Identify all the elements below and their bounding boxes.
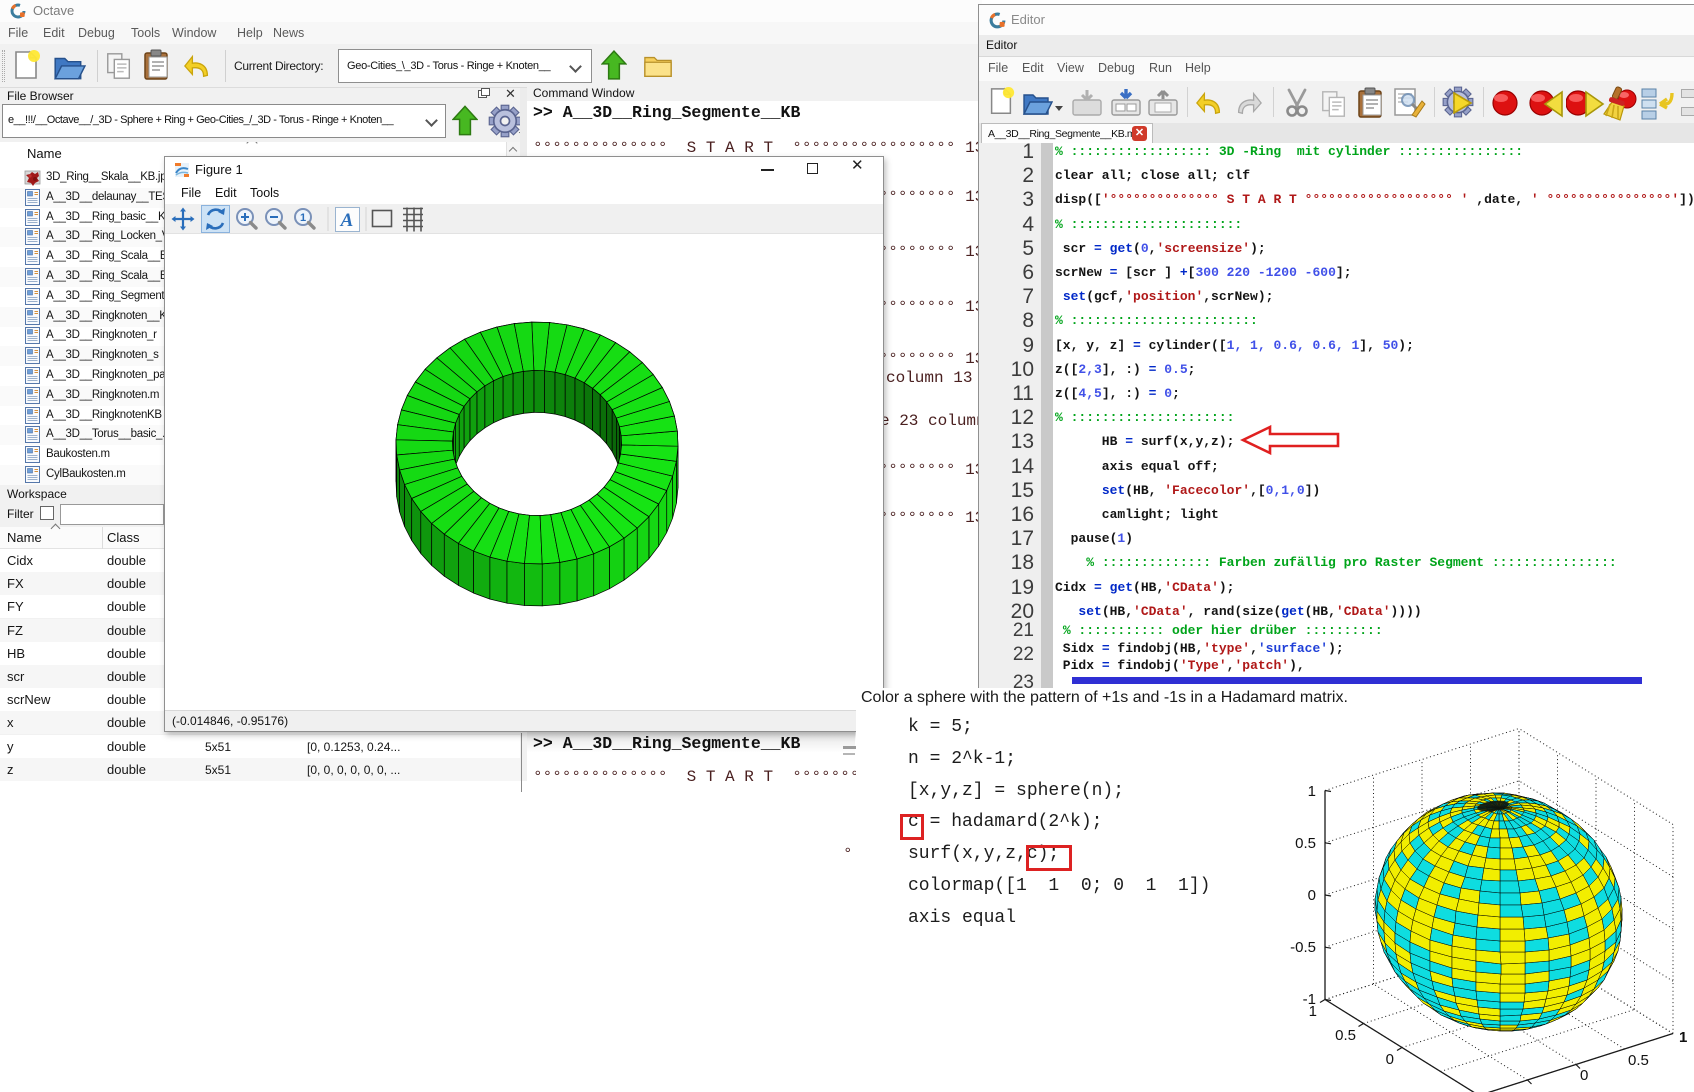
svg-text:1: 1 <box>1309 1003 1317 1020</box>
svg-text:1: 1 <box>300 212 306 224</box>
svg-text:1: 1 <box>1679 1029 1687 1046</box>
svg-text:0: 0 <box>1580 1067 1588 1084</box>
svg-text:A: A <box>340 210 354 231</box>
svg-text:0.5: 0.5 <box>1628 1052 1649 1069</box>
svg-text:0.5: 0.5 <box>1295 835 1316 852</box>
svg-text:0: 0 <box>1308 887 1316 904</box>
svg-text:0.5: 0.5 <box>1335 1027 1356 1044</box>
svg-text:0: 0 <box>1386 1051 1394 1068</box>
svg-text:1: 1 <box>1308 783 1316 800</box>
svg-text:-0.5: -0.5 <box>1290 939 1316 956</box>
